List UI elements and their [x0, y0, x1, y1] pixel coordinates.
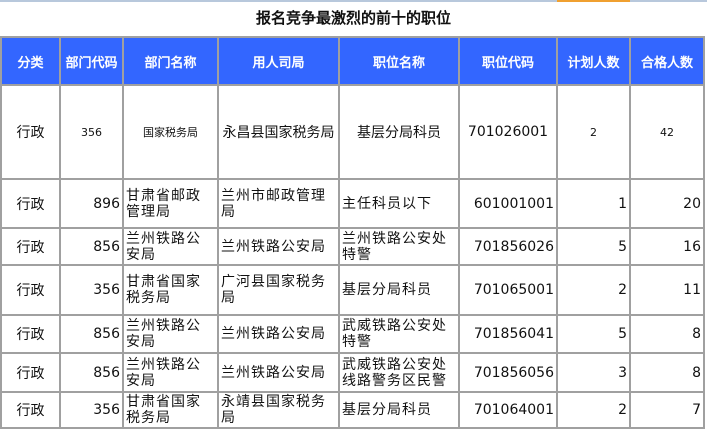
- header-dept-code: 部门代码: [59, 36, 124, 86]
- cell-dept-code: 356: [59, 391, 124, 429]
- cell-dept-name: 甘肃省邮政管理局: [122, 178, 219, 229]
- cell-dept-code: 856: [59, 352, 124, 393]
- cell-bureau: 永昌县国家税务局: [217, 84, 340, 180]
- cell-position-code: 701064001: [458, 391, 558, 429]
- cell-qualified: 16: [629, 227, 705, 266]
- cell-bureau: 兰州铁路公安局: [217, 227, 340, 266]
- cell-position-code: 701026001: [458, 84, 558, 180]
- header-qualified: 合格人数: [629, 36, 705, 86]
- cell-position-name: 基层分局科员: [338, 391, 460, 429]
- cell-position-code: 701856056: [458, 352, 558, 393]
- table-row: 行政 856 兰州铁路公安局 兰州铁路公安局 武威铁路公安处特警 701856041 5 8: [0, 314, 705, 354]
- cell-position-code: 701065001: [458, 264, 558, 316]
- cell-dept-code: 896: [59, 178, 124, 229]
- cell-dept-code: 356: [59, 264, 124, 316]
- cell-position-name: 基层分局科员: [338, 84, 460, 180]
- cell-qualified: 20: [629, 178, 705, 229]
- cell-planned: 2: [556, 84, 631, 180]
- cell-position-code: 601001001: [458, 178, 558, 229]
- table-row: 行政 856 兰州铁路公安局 兰州铁路公安局 武威铁路公安处线路警务区民警 7018560…: [0, 352, 705, 393]
- cell-planned: 5: [556, 227, 631, 266]
- cell-bureau: 兰州铁路公安局: [217, 352, 340, 393]
- cell-qualified: 7: [629, 391, 705, 429]
- cell-qualified: 11: [629, 264, 705, 316]
- cell-category: 行政: [0, 178, 61, 229]
- cell-planned: 1: [556, 178, 631, 229]
- cell-qualified: 8: [629, 352, 705, 393]
- cell-dept-name: 甘肃省国家税务局: [122, 391, 219, 429]
- table-row: 行政 856 兰州铁路公安局 兰州铁路公安局 兰州铁路公安处特警 701856026 5 16: [0, 227, 705, 266]
- cell-position-name: 武威铁路公安处线路警务区民警: [338, 352, 460, 393]
- cell-position-name: 基层分局科员: [338, 264, 460, 316]
- table-row: 行政 356 甘肃省国家税务局 永靖县国家税务局 基层分局科员 701064001 2 7: [0, 391, 705, 429]
- cell-category: 行政: [0, 314, 61, 354]
- cell-dept-name: 甘肃省国家税务局: [122, 264, 219, 316]
- cell-planned: 2: [556, 264, 631, 316]
- header-bureau: 用人司局: [217, 36, 340, 86]
- cell-category: 行政: [0, 84, 61, 180]
- cell-qualified: 8: [629, 314, 705, 354]
- header-category: 分类: [0, 36, 61, 86]
- cell-dept-name: 兰州铁路公安局: [122, 227, 219, 266]
- cell-dept-name: 国家税务局: [122, 84, 219, 180]
- cell-position-name: 主任科员以下: [338, 178, 460, 229]
- header-planned: 计划人数: [556, 36, 631, 86]
- header-dept-name: 部门名称: [122, 36, 219, 86]
- page-title: 报名竞争最激烈的前十的职位: [255, 9, 451, 27]
- positions-table: 分类 部门代码 部门名称 用人司局 职位名称 职位代码 计划人数 合格人数 行政…: [0, 36, 705, 429]
- cell-position-code: 701856026: [458, 227, 558, 266]
- cell-bureau: 兰州铁路公安局: [217, 314, 340, 354]
- cell-bureau: 永靖县国家税务局: [217, 391, 340, 429]
- cell-category: 行政: [0, 352, 61, 393]
- cell-position-name: 兰州铁路公安处特警: [338, 227, 460, 266]
- cell-planned: 2: [556, 391, 631, 429]
- cell-planned: 5: [556, 314, 631, 354]
- cell-category: 行政: [0, 391, 61, 429]
- table-row: 行政 896 甘肃省邮政管理局 兰州市邮政管理局 主任科员以下 601001001 1 20: [0, 178, 705, 229]
- cell-category: 行政: [0, 227, 61, 266]
- cell-dept-name: 兰州铁路公安局: [122, 314, 219, 354]
- cell-qualified: 42: [629, 84, 705, 180]
- header-position-name: 职位名称: [338, 36, 460, 86]
- table-row: 行政 356 国家税务局 永昌县国家税务局 基层分局科员 701026001 2 42: [0, 84, 705, 180]
- cell-planned: 3: [556, 352, 631, 393]
- table-row: 行政 356 甘肃省国家税务局 广河县国家税务局 基层分局科员 701065001 2 11: [0, 264, 705, 316]
- cell-dept-code: 356: [59, 84, 124, 180]
- cell-position-name: 武威铁路公安处特警: [338, 314, 460, 354]
- cell-position-code: 701856041: [458, 314, 558, 354]
- cell-dept-code: 856: [59, 227, 124, 266]
- cell-dept-code: 856: [59, 314, 124, 354]
- header-position-code: 职位代码: [458, 36, 558, 86]
- cell-dept-name: 兰州铁路公安局: [122, 352, 219, 393]
- table-header: 分类 部门代码 部门名称 用人司局 职位名称 职位代码 计划人数 合格人数: [0, 36, 705, 86]
- cell-bureau: 兰州市邮政管理局: [217, 178, 340, 229]
- cell-category: 行政: [0, 264, 61, 316]
- cell-bureau: 广河县国家税务局: [217, 264, 340, 316]
